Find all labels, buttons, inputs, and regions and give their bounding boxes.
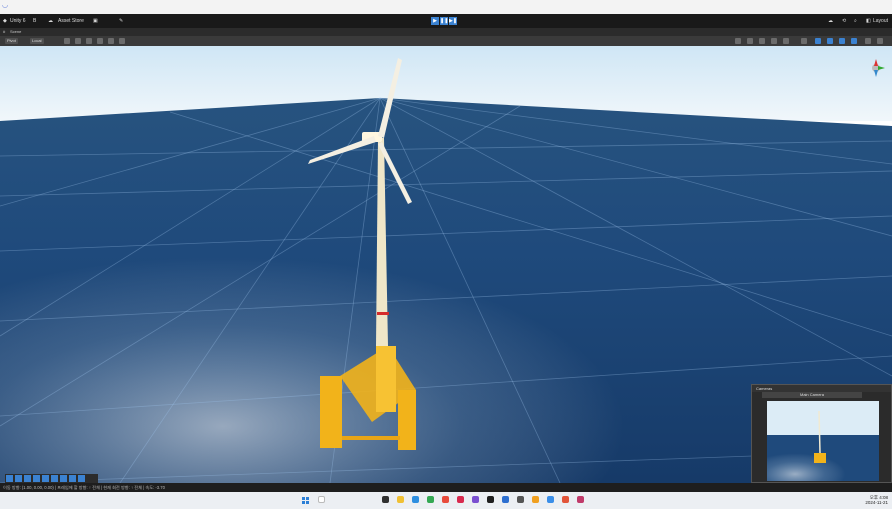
- audio-icon[interactable]: [771, 38, 777, 44]
- platform-leg-center: [376, 346, 396, 412]
- step-button[interactable]: ▶❚: [449, 17, 457, 25]
- taskbar-app-12[interactable]: [547, 496, 554, 503]
- scene-tab-icon: #: [3, 29, 6, 34]
- camera-preview: [767, 401, 879, 481]
- orientation-gizmo[interactable]: [866, 58, 886, 78]
- scene-tab-bar: # Scene: [0, 28, 892, 36]
- taskbar-app-10[interactable]: [517, 496, 524, 503]
- taskbar-app-5[interactable]: [442, 496, 449, 503]
- draw-mode-icon[interactable]: [735, 38, 741, 44]
- camera-settings-icon[interactable]: [827, 38, 833, 44]
- taskbar-app-1[interactable]: [382, 496, 389, 503]
- pause-button[interactable]: ❚❚: [440, 17, 448, 25]
- scene-toolbar: Pivot Local: [0, 36, 892, 46]
- overlay-rect-icon[interactable]: [33, 475, 40, 482]
- snap-icon[interactable]: [851, 38, 857, 44]
- camera-overlay-panel: Cameras Main Camera: [751, 384, 892, 483]
- rect-tool-icon[interactable]: [108, 38, 114, 44]
- taskbar-app-11[interactable]: [532, 496, 539, 503]
- system-tray[interactable]: 오후 4:08 2024-11-21: [865, 495, 888, 505]
- taskbar-app-13[interactable]: [562, 496, 569, 503]
- overlay-snap-icon[interactable]: [69, 475, 76, 482]
- overlay-rotate-icon[interactable]: [15, 475, 22, 482]
- platform-leg-right: [398, 390, 416, 450]
- scene-overlay-tools: [5, 474, 98, 483]
- layout-menu[interactable]: Layout: [873, 17, 888, 25]
- camera-panel-title: Cameras: [752, 385, 891, 392]
- taskbar-app-9[interactable]: [502, 496, 509, 503]
- orientation-icon[interactable]: [865, 38, 871, 44]
- overlay-grid-icon[interactable]: [60, 475, 67, 482]
- unity-title-bar: ◆ Unity 6 B ☁ Asset Store ▣ ✎ ▶ ❚❚ ▶❚ ☁ …: [0, 14, 892, 28]
- status-text: 이동 방향: (1.00, 0.00, 0.00) | 프레임에 할 방향: ↑…: [3, 485, 165, 490]
- browser-icon[interactable]: [412, 496, 419, 503]
- overlay-extra-icon[interactable]: [78, 475, 85, 482]
- platform-leg-left: [320, 376, 342, 448]
- clock-date: 2024-11-21: [865, 500, 888, 505]
- cloud-sync-icon[interactable]: ☁: [828, 17, 833, 25]
- hidden-objects-icon[interactable]: [801, 38, 807, 44]
- tools-icon[interactable]: ✎: [119, 17, 123, 25]
- taskbar-app-7[interactable]: [472, 496, 479, 503]
- rotate-tool-icon[interactable]: [86, 38, 92, 44]
- play-controls: ▶ ❚❚ ▶❚: [431, 17, 457, 25]
- 2d-toggle-icon[interactable]: [747, 38, 753, 44]
- pivot-dropdown[interactable]: Pivot: [5, 38, 18, 44]
- transform-tool-icon[interactable]: [119, 38, 125, 44]
- status-bar: 이동 방향: (1.00, 0.00, 0.00) | 프레임에 할 방향: ↑…: [0, 483, 892, 492]
- chrome-icon[interactable]: [427, 496, 434, 503]
- lighting-icon[interactable]: [759, 38, 765, 44]
- package-icon[interactable]: ▣: [93, 17, 98, 25]
- move-tool-icon[interactable]: [75, 38, 81, 44]
- history-icon[interactable]: ⟲: [842, 17, 846, 25]
- taskbar-app-6[interactable]: [457, 496, 464, 503]
- account-menu[interactable]: B: [33, 17, 36, 25]
- play-button[interactable]: ▶: [431, 17, 439, 25]
- hand-tool-icon[interactable]: [64, 38, 70, 44]
- overlay-scale-icon[interactable]: [24, 475, 31, 482]
- gizmos-icon[interactable]: [815, 38, 821, 44]
- taskbar-app-14[interactable]: [577, 496, 584, 503]
- app-corner-icon: ◡: [2, 2, 9, 9]
- effects-icon[interactable]: [783, 38, 789, 44]
- overlay-custom-icon[interactable]: [51, 475, 58, 482]
- unity-logo-icon: ◆: [3, 18, 7, 24]
- folder-icon[interactable]: [397, 496, 404, 503]
- asset-store-menu[interactable]: Asset Store: [58, 17, 84, 25]
- local-dropdown[interactable]: Local: [30, 38, 44, 44]
- settings-icon[interactable]: [877, 38, 883, 44]
- product-label[interactable]: Unity 6: [10, 17, 26, 25]
- tower-marker: [377, 312, 389, 315]
- grid-icon[interactable]: [839, 38, 845, 44]
- windows-icon[interactable]: [302, 497, 309, 504]
- cloud-icon[interactable]: ☁: [48, 17, 53, 25]
- unity-taskbar-icon[interactable]: [487, 496, 494, 503]
- search-icon[interactable]: ⌕: [854, 17, 857, 25]
- os-top-strip: ◡: [0, 0, 892, 14]
- overlay-transform-icon[interactable]: [42, 475, 49, 482]
- scale-tool-icon[interactable]: [97, 38, 103, 44]
- camera-select[interactable]: Main Camera: [762, 392, 862, 398]
- overlay-move-icon[interactable]: [6, 475, 13, 482]
- search-icon[interactable]: [318, 496, 325, 503]
- layers-icon[interactable]: ◧: [866, 17, 871, 25]
- scene-tab[interactable]: Scene: [10, 29, 21, 35]
